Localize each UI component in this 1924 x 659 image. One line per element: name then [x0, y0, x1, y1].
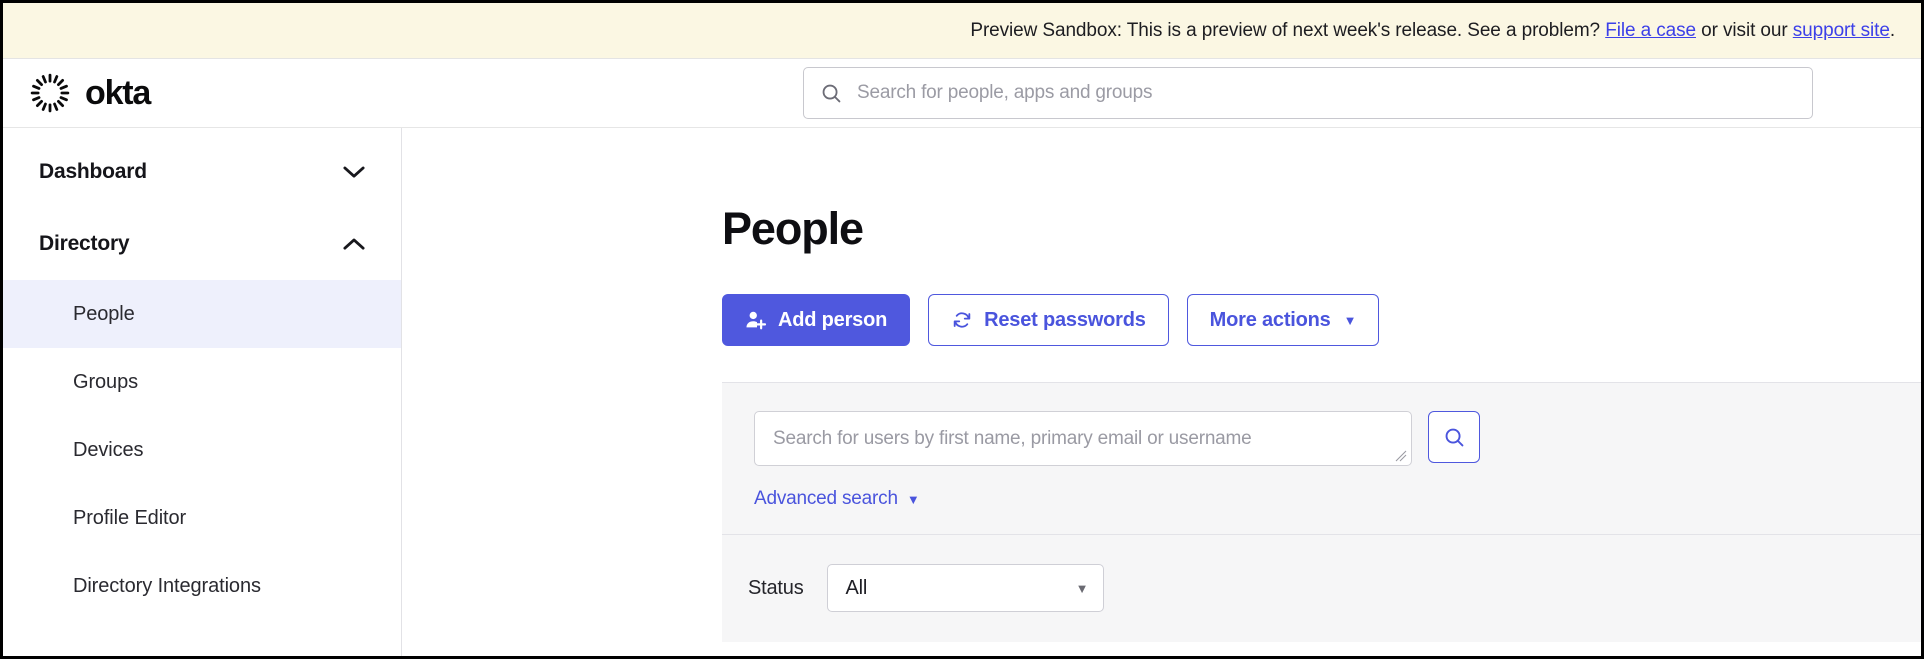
advanced-search-toggle[interactable]: Advanced search ▼ — [722, 488, 920, 534]
banner-text-before: Preview Sandbox: This is a preview of ne… — [970, 19, 1606, 41]
sidebar-group-dashboard-label: Dashboard — [39, 160, 147, 183]
support-site-link[interactable]: support site — [1793, 20, 1890, 41]
sidebar-item-devices-label: Devices — [73, 438, 144, 461]
user-search-submit-button[interactable] — [1428, 411, 1480, 463]
status-select[interactable]: All ▼ — [826, 564, 1104, 612]
advanced-search-wrap: Advanced search ▼ — [722, 488, 1921, 534]
action-toolbar: Add person Reset passwords More actions — [722, 294, 1921, 346]
page-title: People — [722, 203, 864, 254]
caret-down-icon: ▼ — [1075, 580, 1089, 596]
refresh-icon — [953, 312, 971, 328]
status-selected-value: All — [845, 576, 868, 599]
reset-passwords-label: Reset passwords — [984, 308, 1146, 331]
user-search-row: Search for users by first name, primary … — [722, 383, 1921, 488]
sidebar-nav: Dashboard Directory People Groups Device… — [3, 128, 402, 656]
caret-down-icon: ▼ — [1343, 312, 1357, 328]
search-icon — [1445, 428, 1463, 446]
global-search-placeholder: Search for people, apps and groups — [857, 82, 1153, 103]
okta-burst-icon — [30, 73, 70, 113]
banner-text-mid: or visit our — [1695, 19, 1793, 41]
user-search-input[interactable]: Search for users by first name, primary … — [754, 411, 1412, 466]
more-actions-label: More actions — [1209, 308, 1331, 331]
advanced-search-label: Advanced search — [754, 488, 898, 509]
status-label: Status — [748, 576, 804, 599]
reset-passwords-button[interactable]: Reset passwords — [928, 294, 1169, 346]
main-inner: People Add person Reset passwords More a… — [402, 203, 1921, 642]
sidebar-item-groups[interactable]: Groups — [3, 348, 401, 416]
sidebar-item-people-label: People — [73, 302, 135, 325]
file-a-case-link[interactable]: File a case — [1605, 20, 1696, 41]
chevron-down-icon — [343, 166, 365, 178]
preview-sandbox-banner: Preview Sandbox: This is a preview of ne… — [3, 3, 1921, 59]
global-search-input[interactable]: Search for people, apps and groups — [803, 67, 1813, 119]
sidebar-group-dashboard[interactable]: Dashboard — [3, 136, 401, 208]
resize-grip-icon[interactable] — [1395, 450, 1407, 462]
sidebar-item-devices[interactable]: Devices — [3, 416, 401, 484]
user-search-placeholder: Search for users by first name, primary … — [773, 427, 1252, 449]
sidebar-item-groups-label: Groups — [73, 370, 138, 393]
top-bar: okta Search for people, apps and groups — [3, 59, 1921, 128]
okta-wordmark: okta — [85, 74, 151, 112]
sidebar-item-directory-integrations-label: Directory Integrations — [73, 574, 261, 597]
sidebar-item-directory-integrations[interactable]: Directory Integrations — [3, 552, 401, 620]
sidebar-group-directory-label: Directory — [39, 232, 130, 255]
chevron-up-icon — [343, 238, 365, 250]
main-content: People Add person Reset passwords More a… — [402, 128, 1921, 656]
banner-text-end: . — [1889, 19, 1895, 41]
sidebar-item-people[interactable]: People — [3, 280, 401, 348]
more-actions-button[interactable]: More actions ▼ — [1186, 294, 1380, 346]
add-person-button[interactable]: Add person — [722, 294, 911, 346]
okta-brand-logo[interactable]: okta — [29, 72, 329, 114]
banner-message: Preview Sandbox: This is a preview of ne… — [970, 20, 1895, 42]
page-body: Dashboard Directory People Groups Device… — [3, 128, 1921, 656]
sidebar-group-directory[interactable]: Directory — [3, 208, 401, 280]
app-window: Preview Sandbox: This is a preview of ne… — [0, 0, 1924, 659]
caret-down-icon: ▼ — [906, 491, 920, 507]
status-filter-row: Status All ▼ — [722, 534, 1921, 642]
sidebar-item-profile-editor-label: Profile Editor — [73, 506, 187, 529]
add-person-label: Add person — [778, 308, 888, 331]
filter-panel: Search for users by first name, primary … — [722, 382, 1921, 642]
person-add-icon — [746, 311, 767, 330]
sidebar-item-profile-editor[interactable]: Profile Editor — [3, 484, 401, 552]
search-icon — [822, 84, 841, 102]
